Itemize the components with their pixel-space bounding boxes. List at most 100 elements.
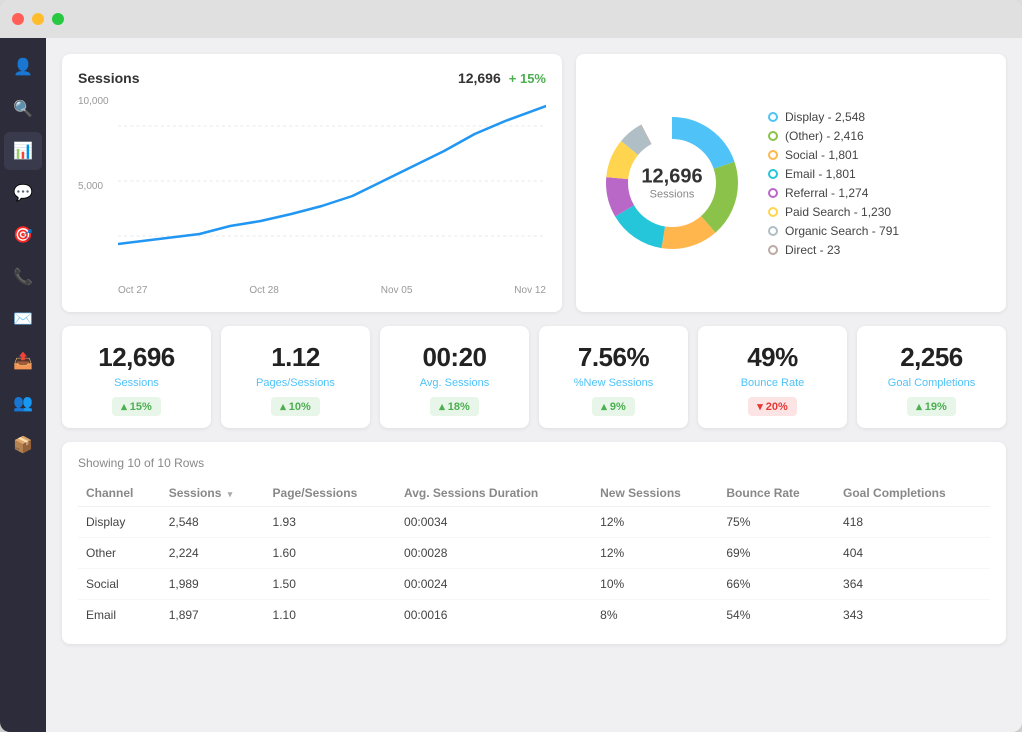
metric-bounce-label: Bounce Rate [710,377,835,389]
metric-bounce-value: 49% [710,342,835,373]
legend-label-paid-search: Paid Search - 1,230 [785,205,891,219]
table-row: Social 1,989 1.50 00:0024 10% 66% 364 [78,569,990,600]
donut-center: 12,696 Sessions [641,166,702,201]
legend-dot-direct [768,245,778,255]
cell-avg-duration: 00:0028 [396,538,592,569]
legend-other: (Other) - 2,416 [768,129,990,143]
metric-sessions-value: 12,696 [74,342,199,373]
legend-direct: Direct - 23 [768,243,990,257]
sidebar-item-mail[interactable]: ✉️ [4,300,42,338]
top-row: Sessions 12,696 + 15% 10,000 5,000 [62,54,1006,312]
metric-new-value: 7.56% [551,342,676,373]
metric-goals: 2,256 Goal Completions ▴ 19% [857,326,1006,428]
sidebar-item-send[interactable]: 📤 [4,342,42,380]
metric-pages: 1.12 Pages/Sessions ▴ 10% [221,326,370,428]
donut-legend: Display - 2,548 (Other) - 2,416 Social -… [768,110,990,257]
legend-label-referral: Referral - 1,274 [785,186,868,200]
legend-email: Email - 1,801 [768,167,990,181]
data-table: Channel Sessions ▾ Page/Sessions Avg. Se… [78,480,990,630]
col-sessions[interactable]: Sessions ▾ [161,480,265,507]
metric-avg-badge: ▴ 18% [430,397,479,416]
minimize-button[interactable] [32,13,44,25]
sidebar-item-box[interactable]: 📦 [4,426,42,464]
cell-bounce-rate: 54% [718,600,835,631]
x-label-4: Nov 12 [514,285,546,296]
legend-organic-search: Organic Search - 791 [768,224,990,238]
legend-dot-other [768,131,778,141]
sidebar-item-user[interactable]: 👤 [4,48,42,86]
data-table-card: Showing 10 of 10 Rows Channel Sessions ▾… [62,442,1006,644]
legend-paid-search: Paid Search - 1,230 [768,205,990,219]
sessions-chart-card: Sessions 12,696 + 15% 10,000 5,000 [62,54,562,312]
metric-sessions: 12,696 Sessions ▴ 15% [62,326,211,428]
sidebar-item-phone[interactable]: 📞 [4,258,42,296]
col-new-sessions: New Sessions [592,480,718,507]
sidebar-item-chart[interactable]: 📊 [4,132,42,170]
chart-svg [118,96,546,266]
col-page-sessions: Page/Sessions [265,480,396,507]
donut-chart: 12,696 Sessions [592,103,752,263]
table-row: Email 1,897 1.10 00:0016 8% 54% 343 [78,600,990,631]
legend-label-display: Display - 2,548 [785,110,865,124]
cell-channel: Display [78,507,161,538]
sessions-stats: 12,696 + 15% [458,70,546,86]
app-body: 👤 🔍 📊 💬 🎯 📞 ✉️ 📤 👥 📦 Sessions 12,696 [0,38,1022,732]
legend-dot-organic-search [768,226,778,236]
table-body: Display 2,548 1.93 00:0034 12% 75% 418 O… [78,507,990,631]
donut-chart-card: 12,696 Sessions Display - 2,548 (Other) … [576,54,1006,312]
cell-sessions: 2,224 [161,538,265,569]
sidebar-item-chat[interactable]: 💬 [4,174,42,212]
app-window: 👤 🔍 📊 💬 🎯 📞 ✉️ 📤 👥 📦 Sessions 12,696 [0,0,1022,732]
sidebar-item-search[interactable]: 🔍 [4,90,42,128]
metric-goals-value: 2,256 [869,342,994,373]
sidebar-item-person[interactable]: 👥 [4,384,42,422]
x-label-3: Nov 05 [381,285,413,296]
metric-goals-label: Goal Completions [869,377,994,389]
legend-dot-display [768,112,778,122]
table-row: Display 2,548 1.93 00:0034 12% 75% 418 [78,507,990,538]
cell-new-sessions: 10% [592,569,718,600]
cell-channel: Other [78,538,161,569]
metrics-row: 12,696 Sessions ▴ 15% 1.12 Pages/Session… [62,326,1006,428]
chart-y-labels: 10,000 5,000 [78,96,118,266]
legend-label-email: Email - 1,801 [785,167,856,181]
legend-display: Display - 2,548 [768,110,990,124]
close-button[interactable] [12,13,24,25]
legend-label-direct: Direct - 23 [785,243,840,257]
cell-goal-completions: 418 [835,507,990,538]
col-bounce-rate: Bounce Rate [718,480,835,507]
cell-new-sessions: 12% [592,538,718,569]
cell-goal-completions: 364 [835,569,990,600]
sessions-title: Sessions [78,70,139,86]
metric-avg-sessions: 00:20 Avg. Sessions ▴ 18% [380,326,529,428]
cell-channel: Email [78,600,161,631]
cell-bounce-rate: 69% [718,538,835,569]
sidebar: 👤 🔍 📊 💬 🎯 📞 ✉️ 📤 👥 📦 [0,38,46,732]
donut-center-value: 12,696 [641,166,702,189]
table-showing-text: Showing 10 of 10 Rows [78,456,990,470]
metric-new-label: %New Sessions [551,377,676,389]
cell-new-sessions: 12% [592,507,718,538]
main-content: Sessions 12,696 + 15% 10,000 5,000 [46,38,1022,732]
maximize-button[interactable] [52,13,64,25]
sessions-change: + 15% [509,71,546,86]
cell-avg-duration: 00:0016 [396,600,592,631]
cell-page-sessions: 1.50 [265,569,396,600]
donut-center-label: Sessions [641,189,702,201]
cell-avg-duration: 00:0024 [396,569,592,600]
metric-bounce-badge: ▾ 20% [748,397,797,416]
metric-sessions-label: Sessions [74,377,199,389]
legend-label-organic-search: Organic Search - 791 [785,224,899,238]
metric-new-sessions: 7.56% %New Sessions ▴ 9% [539,326,688,428]
metric-avg-label: Avg. Sessions [392,377,517,389]
cell-bounce-rate: 75% [718,507,835,538]
legend-referral: Referral - 1,274 [768,186,990,200]
legend-dot-paid-search [768,207,778,217]
sidebar-item-target[interactable]: 🎯 [4,216,42,254]
legend-dot-email [768,169,778,179]
cell-sessions: 2,548 [161,507,265,538]
metric-sessions-badge: ▴ 15% [112,397,161,416]
legend-label-social: Social - 1,801 [785,148,858,162]
y-label-top: 10,000 [78,96,118,107]
col-channel: Channel [78,480,161,507]
